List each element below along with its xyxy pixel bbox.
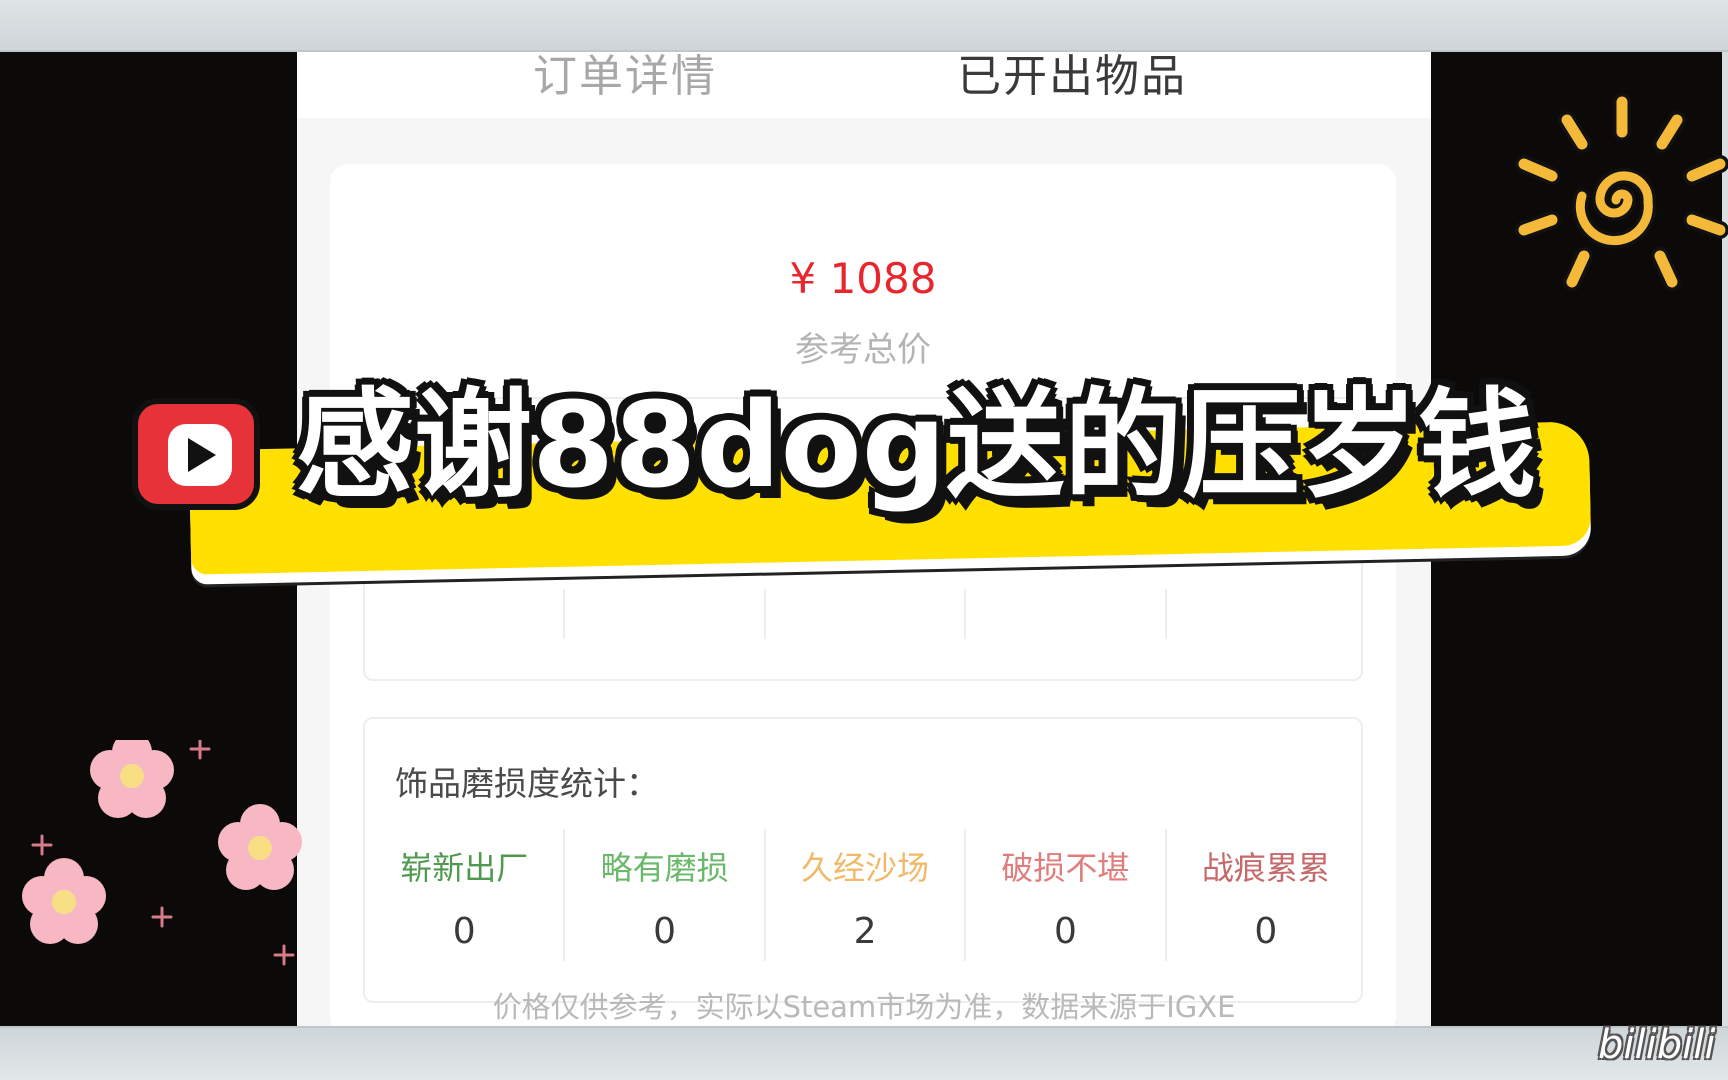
wear-label: 崭新出厂 [400,849,529,887]
total-price: ¥ 1088 [789,254,937,303]
flower-icon [22,740,302,966]
wear-label: 略有磨损 [600,849,729,887]
total-price-label: 参考总价 [795,330,931,370]
price-disclaimer: 价格仅供参考，实际以Steam市场为准，数据来源于IGXE [492,990,1236,1024]
wear-col-well-worn: 破损不堪 0 [966,829,1167,961]
video-frame-bottom [0,1026,1728,1080]
wear-value: 0 [653,911,677,952]
wear-stats-title: 饰品磨损度统计： [395,764,659,803]
video-frame-top [0,0,1728,52]
bilibili-watermark: bilibili [1598,1022,1716,1068]
wear-stats-box: 饰品磨损度统计： 崭新出厂 0 略有磨损 0 久经沙场 2 破损不堪 0 战痕累… [363,717,1363,1003]
tab-bar: 订单详情 已开出物品 [297,52,1431,118]
banner-caption: 感谢88dog送的压岁钱 [296,376,1537,514]
tab-order-details[interactable]: 订单详情 [533,52,717,104]
wear-label: 久经沙场 [801,849,930,887]
wear-value: 2 [853,911,877,952]
sun-icon [1515,93,1728,291]
tab-opened-items[interactable]: 已开出物品 [957,52,1187,104]
wear-label: 战痕累累 [1201,849,1330,887]
wear-value: 0 [452,911,476,952]
wear-label: 破损不堪 [1001,849,1130,887]
wear-col-factory-new: 崭新出厂 0 [365,829,566,961]
stats-column-dividers [365,589,1365,639]
play-icon [132,398,260,510]
wear-col-minimal-wear: 略有磨损 0 [565,829,766,961]
summary-card: ¥ 1088 参考总价 饰品磨损度统计： 崭新出厂 0 略有磨损 0 久经沙场 [330,164,1396,1026]
wear-value: 0 [1053,911,1077,952]
wear-col-field-tested: 久经沙场 2 [766,829,967,961]
wear-col-battle-scarred: 战痕累累 0 [1167,829,1365,961]
wear-value: 0 [1254,911,1278,952]
wear-stats-columns: 崭新出厂 0 略有磨损 0 久经沙场 2 破损不堪 0 战痕累累 0 [365,829,1365,961]
